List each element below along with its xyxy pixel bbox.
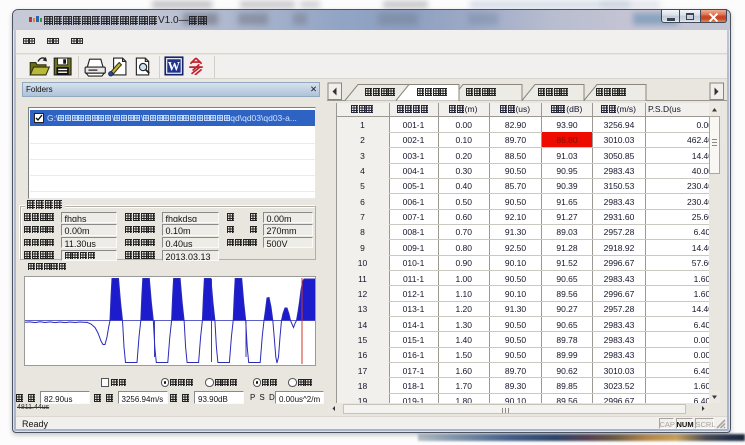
svg-text:W: W — [168, 59, 181, 73]
